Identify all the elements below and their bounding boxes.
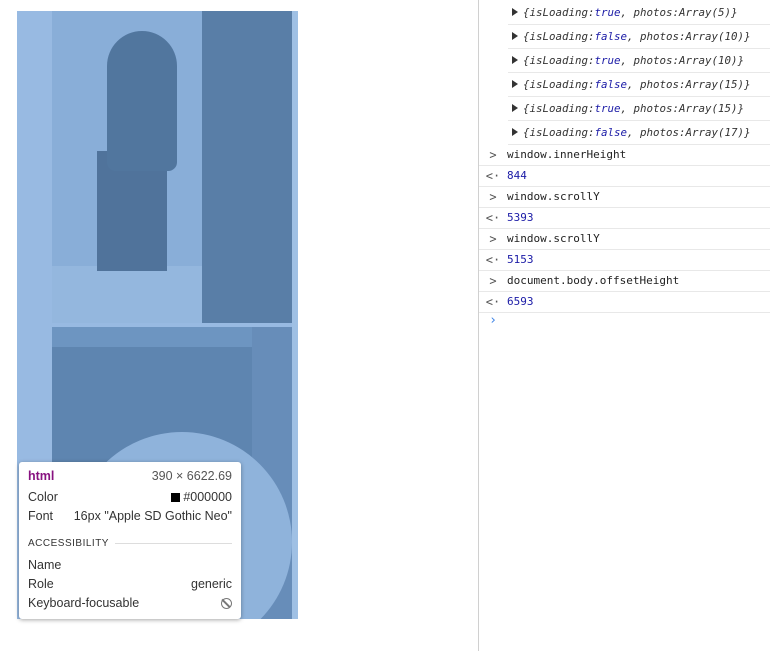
console-input-text: window.innerHeight (507, 148, 627, 161)
is-loading-value: false (594, 125, 628, 139)
photos-value: Array(5) (679, 5, 732, 19)
output-arrow-icon: <· (485, 168, 501, 183)
expand-triangle-icon[interactable] (512, 104, 518, 112)
console-output-value: 6593 (507, 295, 534, 308)
no-entry-icon (221, 597, 232, 609)
is-loading-value: false (594, 29, 628, 43)
devtools-console[interactable]: {isLoading: true, photos: Array(5)} {isLo… (478, 0, 770, 651)
expand-triangle-icon[interactable] (512, 128, 518, 136)
color-swatch-icon (171, 493, 181, 502)
expand-triangle-icon[interactable] (512, 32, 518, 40)
role-label: Role (28, 577, 54, 591)
is-loading-value: true (594, 5, 621, 19)
accessibility-heading: ACCESSIBILITY (28, 538, 232, 549)
name-label: Name (28, 558, 62, 572)
tooltip-dimensions: 390 × 6622.69 (151, 469, 232, 483)
expand-triangle-icon[interactable] (512, 8, 518, 16)
keyboard-focusable-label: Keyboard-focusable (28, 596, 140, 610)
font-label: Font (28, 509, 54, 523)
accessibility-heading-text: ACCESSIBILITY (28, 538, 109, 549)
console-output-value: 5393 (507, 211, 534, 224)
color-value: #000000 (171, 490, 232, 504)
console-output-row[interactable]: <· 844 (479, 165, 770, 187)
console-input-row[interactable]: > window.scrollY (479, 228, 770, 250)
inspector-tooltip: html 390 × 6622.69 Color #000000 Font 16… (19, 462, 241, 619)
console-input-row[interactable]: > document.body.offsetHeight (479, 270, 770, 292)
is-loading-value: true (594, 101, 621, 115)
tooltip-tag-name: html (28, 469, 55, 483)
console-input-text: document.body.offsetHeight (507, 274, 680, 287)
console-object-row[interactable]: {isLoading: false, photos: Array(15)} (508, 72, 770, 97)
is-loading-value: true (594, 53, 621, 67)
highlight-edge (292, 11, 298, 619)
color-label: Color (28, 490, 58, 504)
console-output-row[interactable]: <· 6593 (479, 291, 770, 313)
photos-value: Array(15) (679, 101, 738, 115)
console-output-value: 5153 (507, 253, 534, 266)
input-chevron-icon: > (489, 147, 497, 162)
console-prompt-icon[interactable]: › (479, 313, 507, 328)
output-arrow-icon: <· (485, 210, 501, 225)
photos-value: Array(15) (685, 77, 745, 91)
input-chevron-icon: > (489, 273, 497, 288)
expand-triangle-icon[interactable] (512, 56, 518, 64)
console-input-text: window.scrollY (507, 190, 600, 203)
console-input-row[interactable]: > window.innerHeight (479, 144, 770, 166)
expand-triangle-icon[interactable] (512, 80, 518, 88)
console-input-text: window.scrollY (507, 232, 600, 245)
color-value-text: #000000 (183, 490, 232, 504)
console-input-row[interactable]: > window.scrollY (479, 186, 770, 208)
input-chevron-icon: > (489, 231, 497, 246)
console-output-value: 844 (507, 169, 527, 182)
output-arrow-icon: <· (485, 294, 501, 309)
photos-value: Array(10) (679, 53, 738, 67)
photos-value: Array(17) (685, 125, 745, 139)
console-output-row[interactable]: <· 5153 (479, 249, 770, 271)
font-value: 16px "Apple SD Gothic Neo" (73, 509, 232, 523)
output-arrow-icon: <· (485, 252, 501, 267)
is-loading-value: false (594, 77, 628, 91)
console-object-row[interactable]: {isLoading: true, photos: Array(5)} (508, 0, 770, 25)
console-object-row[interactable]: {isLoading: true, photos: Array(10)} (508, 48, 770, 73)
console-object-row[interactable]: {isLoading: false, photos: Array(10)} (508, 24, 770, 49)
console-output-row[interactable]: <· 5393 (479, 207, 770, 229)
role-value: generic (191, 577, 232, 591)
photos-value: Array(10) (685, 29, 745, 43)
console-object-row[interactable]: {isLoading: false, photos: Array(17)} (508, 120, 770, 145)
console-object-row[interactable]: {isLoading: true, photos: Array(15)} (508, 96, 770, 121)
input-chevron-icon: > (489, 189, 497, 204)
